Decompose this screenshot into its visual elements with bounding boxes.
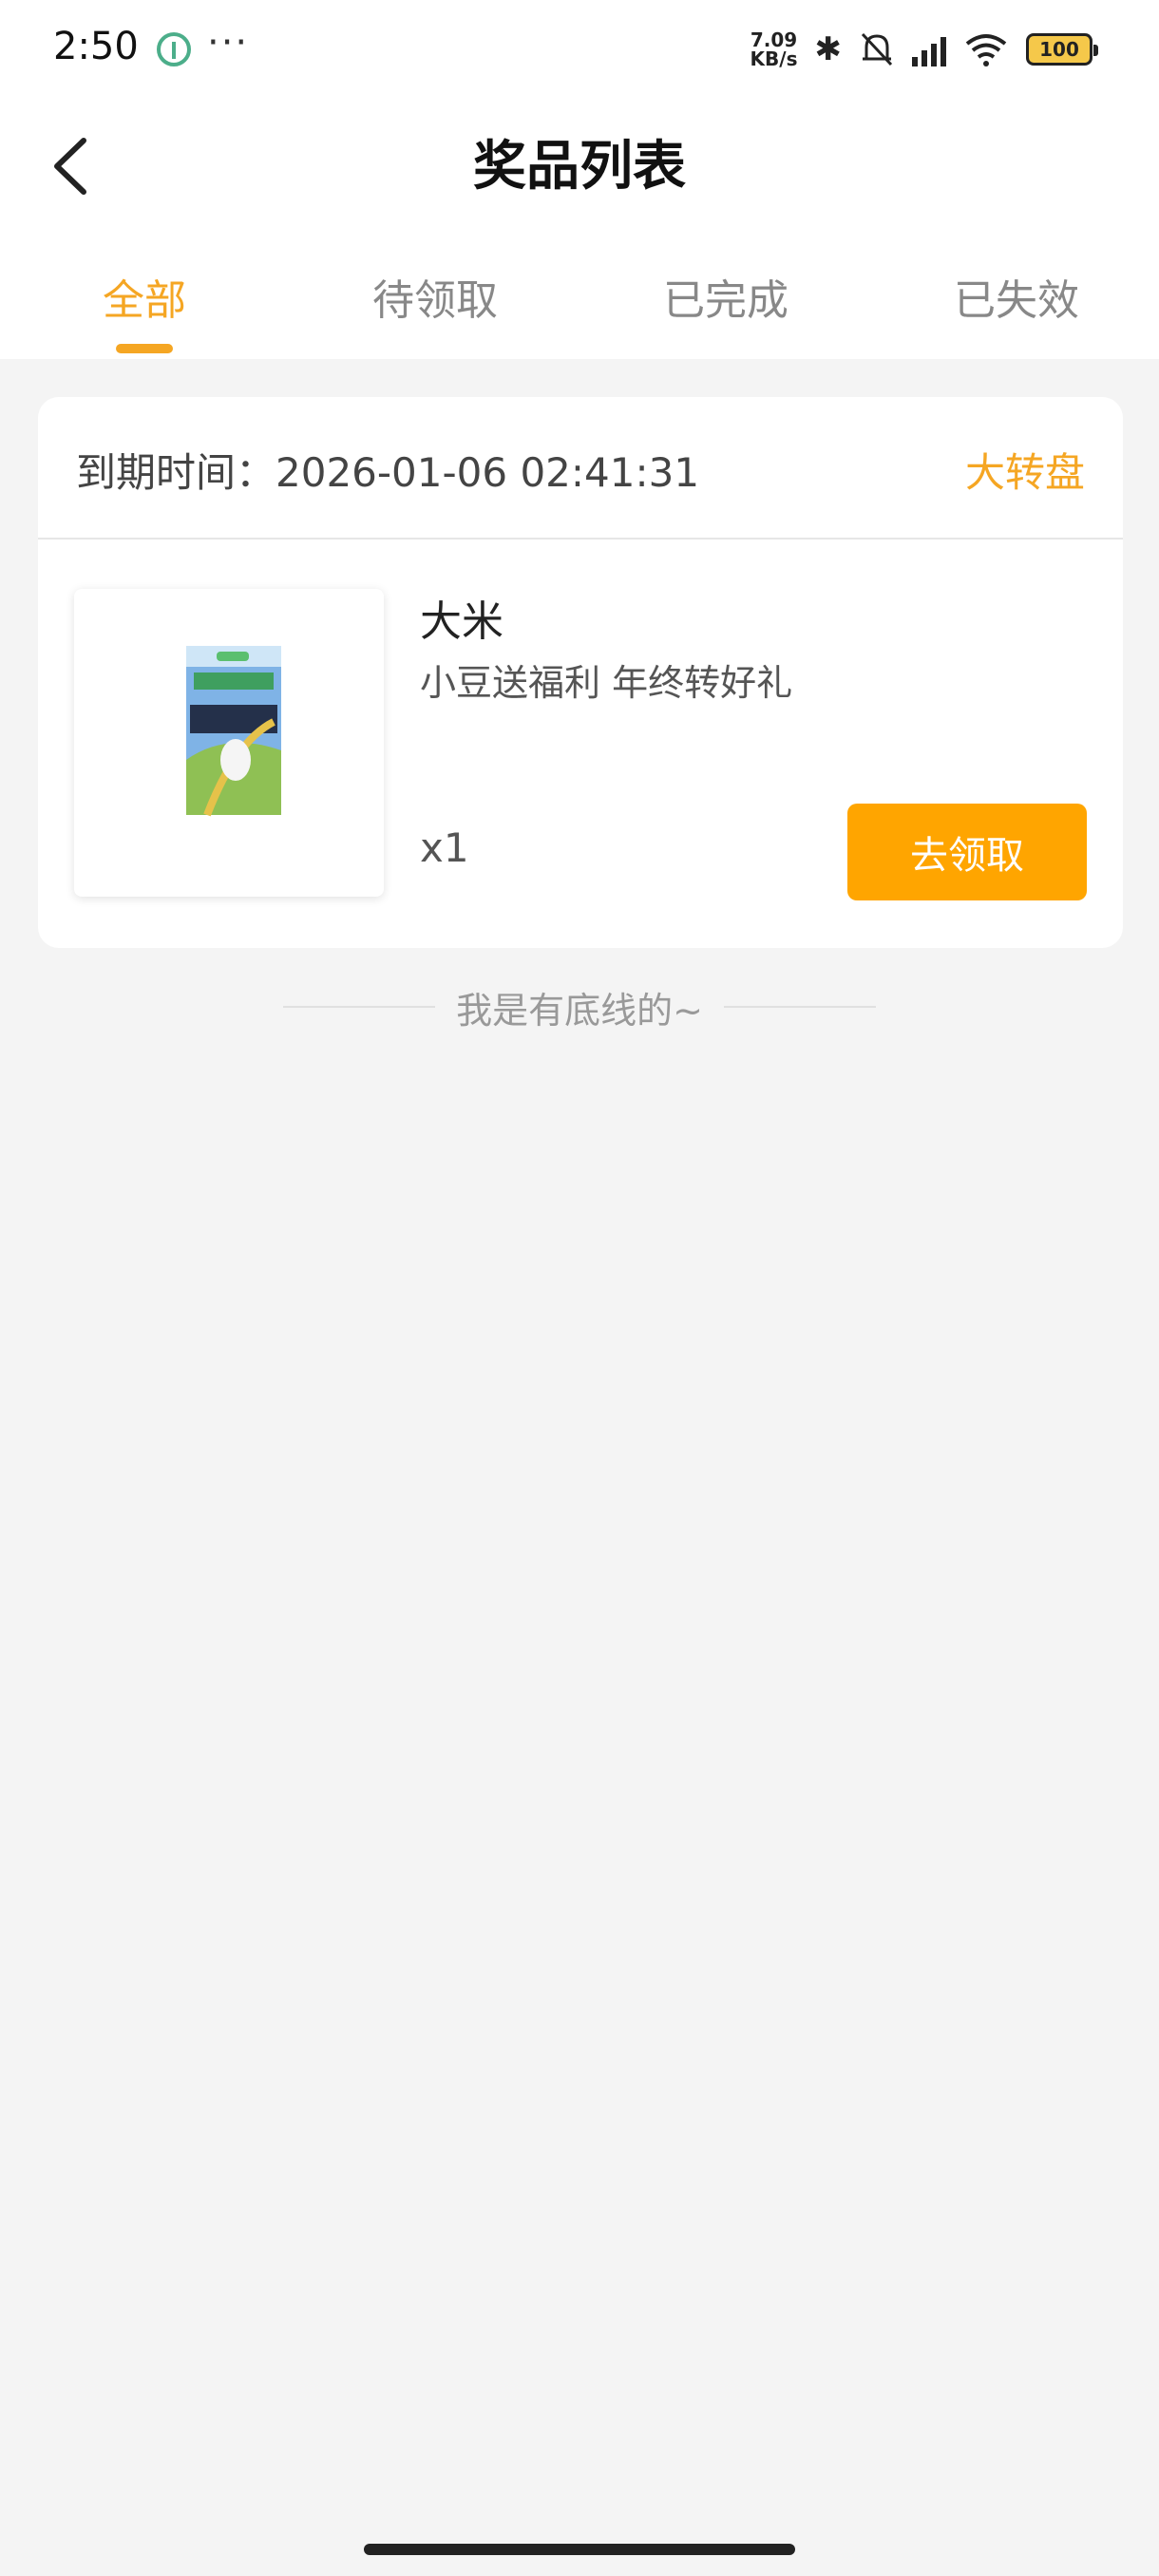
- expire-label: 到期时间：: [76, 449, 276, 496]
- rice-bag-image: [186, 646, 281, 817]
- expire-value: 2026-01-06 02:41:31: [276, 449, 700, 496]
- status-time: 2:50: [53, 25, 139, 68]
- tab-all[interactable]: 全部: [30, 266, 258, 327]
- end-of-list-text: 我是有底线的~: [456, 989, 703, 1032]
- bluetooth-icon: ✱: [814, 30, 843, 68]
- status-more: ···: [207, 21, 250, 65]
- prize-source-link[interactable]: 大转盘: [965, 441, 1085, 499]
- tab-expired[interactable]: 已失效: [902, 266, 1130, 327]
- net-speed-value: 7.09: [750, 28, 798, 51]
- page-title: 奖品列表: [473, 136, 686, 198]
- prize-quantity: x1: [420, 824, 469, 871]
- prize-card: 到期时间：2026-01-06 02:41:31 大转盘 大米 小豆送福利 年终…: [38, 397, 1123, 948]
- hd-signal-icon: [912, 32, 946, 66]
- prize-description: 小豆送福利 年终转好礼: [420, 662, 793, 704]
- screen: 2:50 ··· 7.09 KB/s ✱ 100 奖品列表 全部 待领取 已完成…: [0, 0, 1159, 2576]
- tab-pending[interactable]: 待领取: [321, 266, 549, 327]
- battery-icon: 100: [1026, 33, 1098, 66]
- prize-image: [74, 589, 384, 897]
- divider-left: [283, 1006, 436, 1008]
- status-icons: 7.09 KB/s ✱ 100: [750, 28, 1098, 70]
- prize-name: 大米: [420, 597, 504, 646]
- home-indicator[interactable]: [364, 2544, 795, 2555]
- nav-bar: 奖品列表: [0, 95, 1159, 237]
- expire-time: 到期时间：2026-01-06 02:41:31: [76, 441, 699, 499]
- net-speed-unit: KB/s: [750, 47, 798, 70]
- claim-button[interactable]: 去领取: [847, 804, 1087, 900]
- muted-bell-icon: [861, 32, 893, 66]
- active-tab-indicator: [116, 344, 173, 353]
- status-bar: 2:50 ··· 7.09 KB/s ✱ 100: [0, 0, 1159, 95]
- app-notification-icon: [157, 32, 191, 66]
- wifi-icon: [965, 34, 1007, 66]
- tab-completed[interactable]: 已完成: [612, 266, 840, 327]
- end-of-list: 我是有底线的~: [0, 978, 1159, 1035]
- prize-card-header: 到期时间：2026-01-06 02:41:31 大转盘: [38, 397, 1123, 540]
- tab-bar: 全部 待领取 已完成 已失效: [0, 237, 1159, 359]
- divider-right: [723, 1006, 876, 1008]
- net-speed: 7.09 KB/s: [750, 30, 798, 68]
